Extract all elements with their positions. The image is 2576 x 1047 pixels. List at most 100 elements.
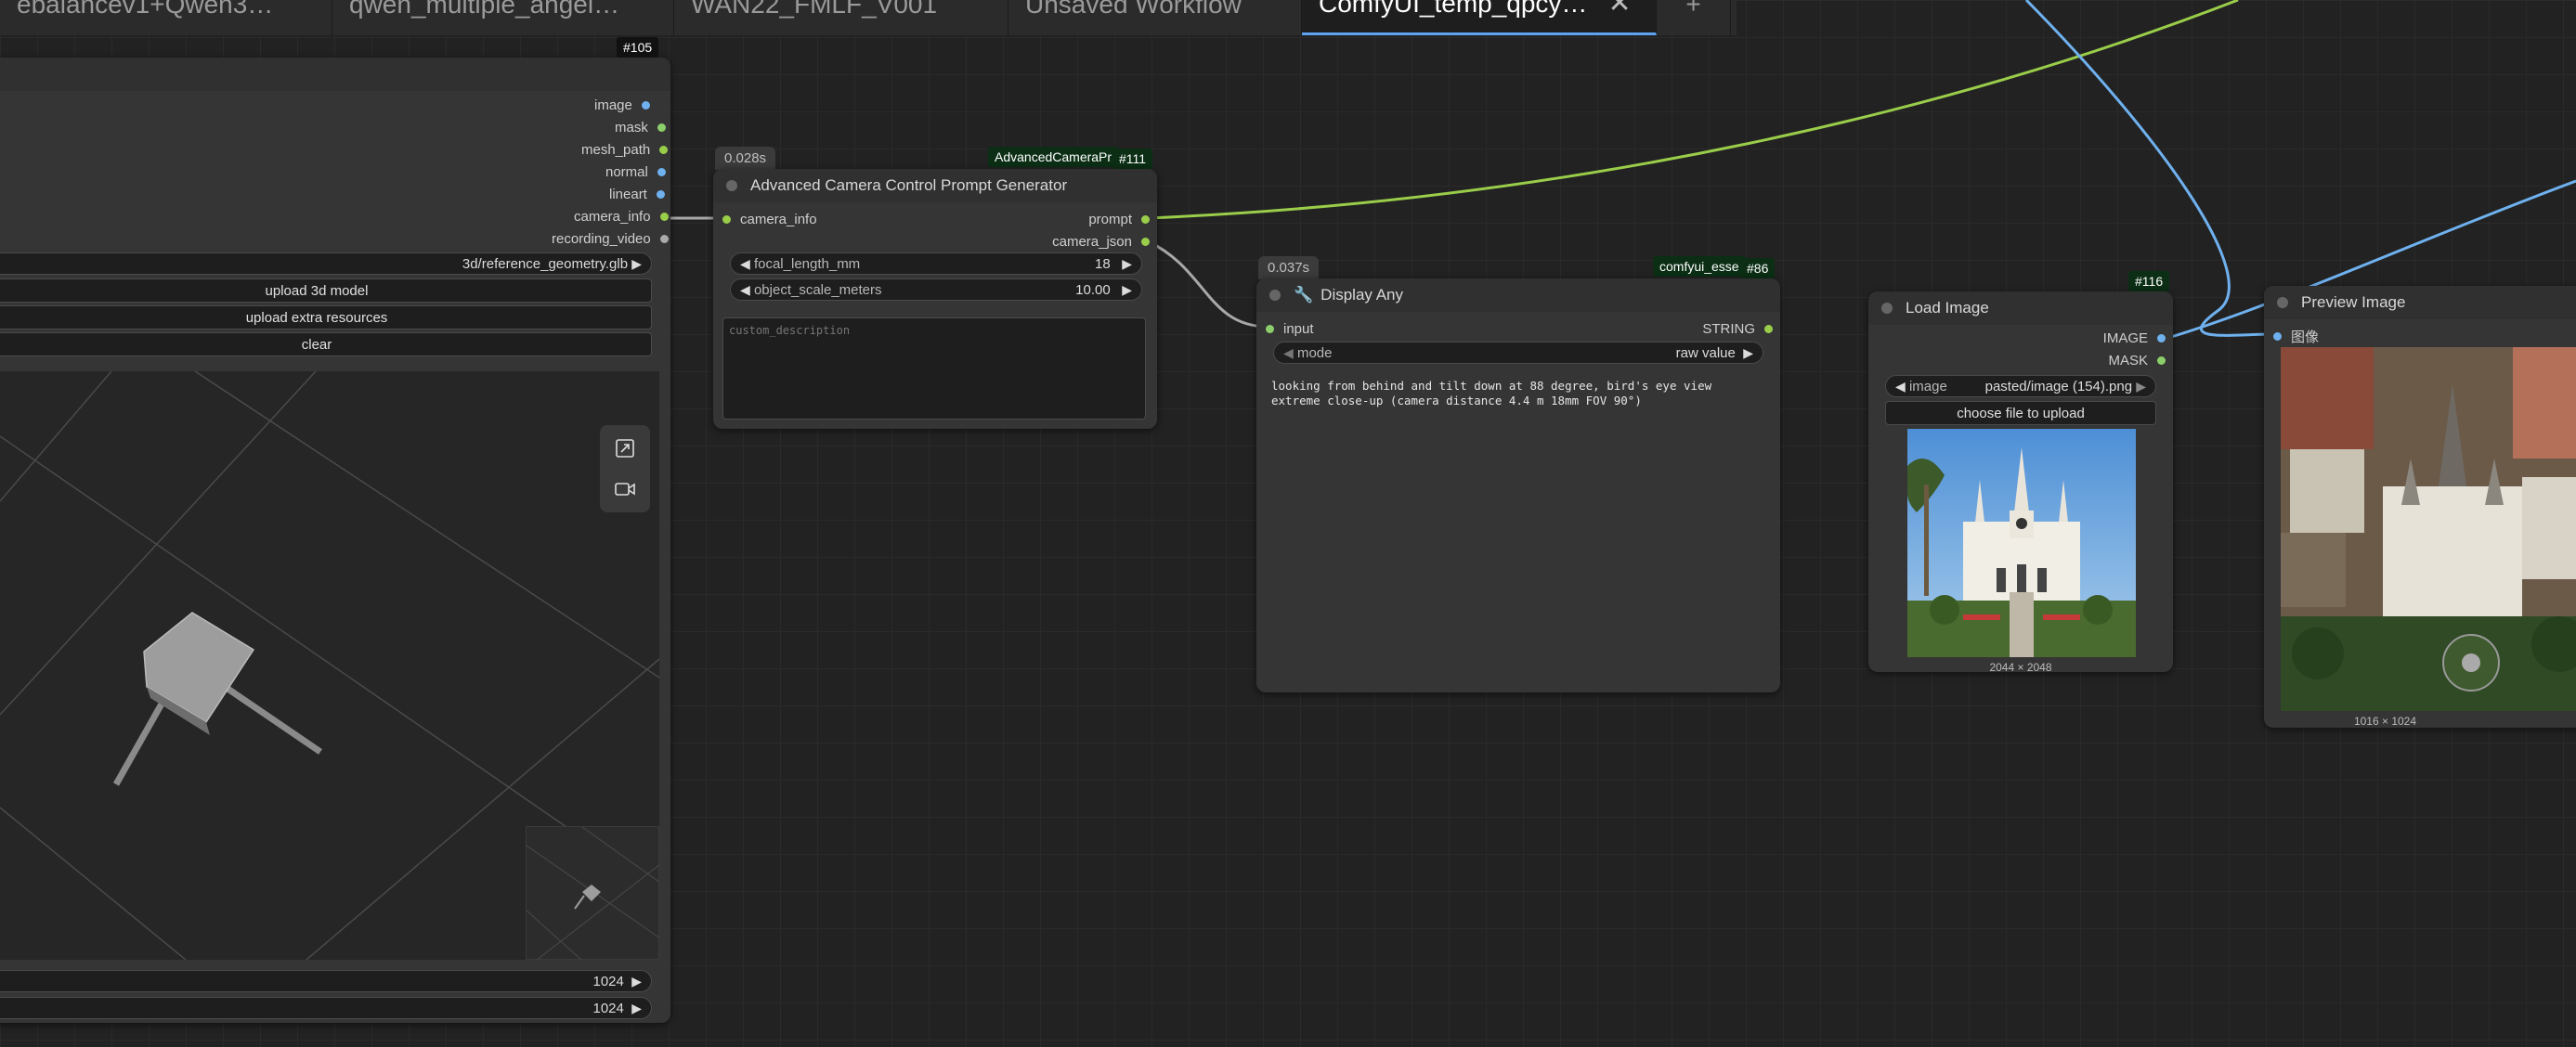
widget-label: mode xyxy=(1296,344,1333,361)
chevron-left-icon[interactable]: ◀ xyxy=(740,256,750,271)
node-id-badge: #116 xyxy=(2128,271,2170,291)
slot-label: camera_info xyxy=(574,209,651,225)
slot-dot[interactable] xyxy=(1764,325,1773,333)
node-title-bar[interactable]: Advanced Camera Control Prompt Generator xyxy=(713,169,1157,202)
collapse-dot-icon[interactable] xyxy=(1269,290,1281,301)
link-camera-json xyxy=(1147,239,1269,329)
slot-dot[interactable] xyxy=(659,146,669,154)
chevron-right-icon[interactable]: ▶ xyxy=(1122,282,1132,297)
tab-workflow-2[interactable]: qwen_multiple_angel… xyxy=(332,0,674,35)
upload-extra-resources-button[interactable]: upload extra resources xyxy=(0,305,652,330)
output-slot-prompt[interactable]: prompt xyxy=(1088,212,1150,227)
tab-workflow-3[interactable]: WAN22_FMLF_V001 xyxy=(674,0,1008,35)
output-slot-recording-video[interactable]: recording_video xyxy=(552,231,669,247)
widget-value: raw value xyxy=(1675,344,1736,361)
3d-minimap[interactable] xyxy=(526,826,659,960)
mode-combo-widget[interactable]: ◀ mode raw value ▶ xyxy=(1273,342,1763,364)
slot-label: lineart xyxy=(609,187,647,202)
tab-label: WAN22_FMLF_V001 xyxy=(691,0,938,19)
slot-dot[interactable] xyxy=(657,123,666,132)
height-value: 1024 xyxy=(592,1000,624,1016)
input-slot-camera-info[interactable]: camera_info xyxy=(722,212,817,227)
output-slot-image[interactable]: image xyxy=(594,97,650,113)
output-slot-mask[interactable]: MASK xyxy=(2108,353,2166,368)
output-slot-mask[interactable]: mask xyxy=(615,120,666,136)
new-tab-button[interactable]: + xyxy=(1657,0,1731,35)
chevron-right-icon[interactable]: ▶ xyxy=(2136,379,2146,394)
slot-dot[interactable] xyxy=(659,235,669,243)
slot-dot[interactable] xyxy=(2157,334,2166,343)
preview-image-node[interactable]: Preview Image 图像 1016 × 1024 xyxy=(2264,286,2576,728)
slot-dot[interactable] xyxy=(722,215,731,224)
tab-workflow-active[interactable]: ComfyUI_temp_qpcy… ✕ xyxy=(1302,0,1657,35)
close-tab-icon[interactable]: ✕ xyxy=(1607,0,1631,19)
slot-dot[interactable] xyxy=(657,168,666,176)
output-slot-camera-json[interactable]: camera_json xyxy=(1052,234,1150,250)
focal-length-widget[interactable]: ◀ focal_length_mm 18 ▶ xyxy=(730,252,1142,275)
collapse-dot-icon[interactable] xyxy=(2277,297,2288,308)
node-title: Display Any xyxy=(1321,286,1403,304)
model-file-select[interactable]: 3d/reference_geometry.glb ▶ xyxy=(0,252,652,275)
slot-label: mask xyxy=(615,120,648,136)
slot-label: camera_json xyxy=(1052,234,1132,250)
tab-label: ComfyUI_temp_qpcy… xyxy=(1319,0,1588,18)
output-slot-camera-info[interactable]: camera_info xyxy=(574,209,669,225)
chevron-left-icon[interactable]: ◀ xyxy=(1283,345,1294,360)
width-number-widget[interactable]: 1024 ▶ xyxy=(0,970,652,992)
chevron-right-icon[interactable]: ▶ xyxy=(1122,256,1132,271)
choose-file-button[interactable]: choose file to upload xyxy=(1885,401,2156,425)
3d-viewport[interactable] xyxy=(0,371,659,960)
output-slot-lineart[interactable]: lineart xyxy=(609,187,665,202)
collapse-dot-icon[interactable] xyxy=(726,180,737,191)
viewport-tool-panel xyxy=(600,425,650,512)
slot-dot[interactable] xyxy=(659,213,669,221)
slot-dot[interactable] xyxy=(1141,215,1150,224)
output-slot-image[interactable]: IMAGE xyxy=(2103,330,2166,346)
node-title-bar[interactable] xyxy=(0,58,670,91)
output-slot-normal[interactable]: normal xyxy=(605,164,666,180)
object-scale-widget[interactable]: ◀ object_scale_meters 10.00 ▶ xyxy=(730,278,1142,301)
clear-button[interactable]: clear xyxy=(0,332,652,356)
slot-label: 图像 xyxy=(2291,330,2320,345)
workflow-tab-bar: ebalancev1+Qwen3… qwen_multiple_angel… W… xyxy=(0,0,1737,35)
chevron-right-icon: ▶ xyxy=(631,255,642,271)
tab-workflow-1[interactable]: ebalancev1+Qwen3… xyxy=(0,0,332,35)
input-slot-image[interactable]: 图像 xyxy=(2273,327,2319,346)
chevron-right-icon[interactable]: ▶ xyxy=(1743,345,1753,360)
fit-view-glyph xyxy=(616,439,634,458)
upload-3d-model-button[interactable]: upload 3d model xyxy=(0,278,652,303)
slot-dot[interactable] xyxy=(1266,325,1274,333)
cathedral-photo xyxy=(1907,429,2136,657)
chevron-right-icon[interactable]: ▶ xyxy=(631,974,642,989)
slot-dot[interactable] xyxy=(2157,356,2166,365)
height-number-widget[interactable]: 1024 ▶ xyxy=(0,997,652,1019)
load-image-node[interactable]: Load Image IMAGE MASK ◀ image pasted/ima… xyxy=(1868,291,2173,674)
node-id-badge: #86 xyxy=(1740,258,1776,278)
node-title-bar[interactable]: 🔧 Display Any xyxy=(1256,278,1780,312)
widget-value: pasted/image (154).png xyxy=(1984,378,2133,394)
slot-label: camera_info xyxy=(740,212,817,227)
chevron-right-icon[interactable]: ▶ xyxy=(631,1001,642,1015)
advanced-camera-prompt-node[interactable]: Advanced Camera Control Prompt Generator… xyxy=(713,169,1157,429)
slot-dot[interactable] xyxy=(2273,332,2282,341)
input-slot-input[interactable]: input xyxy=(1266,321,1314,337)
chevron-left-icon[interactable]: ◀ xyxy=(740,282,750,297)
node-title-bar[interactable]: Load Image xyxy=(1868,291,2173,325)
output-slot-string[interactable]: STRING xyxy=(1702,321,1773,337)
custom-description-textarea[interactable] xyxy=(722,317,1146,420)
slot-dot[interactable] xyxy=(1141,238,1150,246)
wrench-icon: 🔧 xyxy=(1294,286,1314,304)
chevron-left-icon[interactable]: ◀ xyxy=(1895,379,1906,394)
display-any-node[interactable]: 🔧 Display Any input STRING ◀ mode raw val… xyxy=(1256,278,1780,692)
record-video-icon[interactable] xyxy=(611,475,639,503)
3d-model-shape xyxy=(112,612,322,786)
slot-dot[interactable] xyxy=(656,190,665,199)
output-slot-mesh-path[interactable]: mesh_path xyxy=(581,142,669,158)
slot-label: normal xyxy=(605,164,648,180)
fit-view-icon[interactable] xyxy=(611,434,639,462)
collapse-dot-icon[interactable] xyxy=(1881,303,1893,314)
image-file-combo[interactable]: ◀ image pasted/image (154).png ▶ xyxy=(1885,375,2156,397)
node-title-bar[interactable]: Preview Image xyxy=(2264,286,2576,319)
tab-workflow-4[interactable]: Unsaved Workflow xyxy=(1008,0,1302,35)
slot-dot[interactable] xyxy=(641,101,650,110)
